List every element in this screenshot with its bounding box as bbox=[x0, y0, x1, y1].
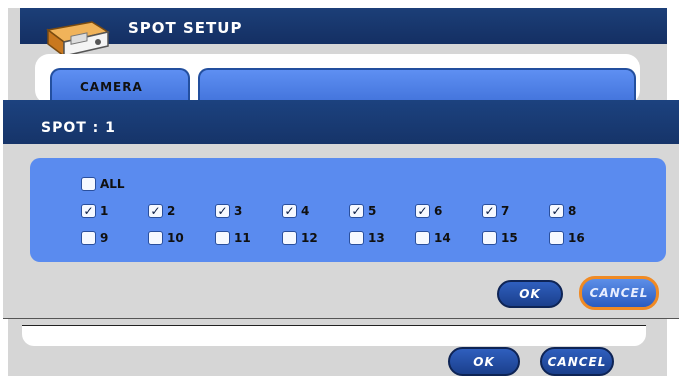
footer-ok-label: OK bbox=[473, 354, 495, 369]
camera-checkbox-box[interactable] bbox=[148, 231, 163, 245]
camera-checkbox-4[interactable]: ✓ 4 bbox=[282, 202, 309, 220]
camera-checkbox-box[interactable] bbox=[282, 231, 297, 245]
camera-checkbox-label: 11 bbox=[234, 231, 251, 245]
camera-checkbox-2[interactable]: ✓ 2 bbox=[148, 202, 175, 220]
camera-checkbox-label: 10 bbox=[167, 231, 184, 245]
camera-checkbox-10[interactable]: 10 bbox=[148, 229, 184, 247]
camera-checkbox-8[interactable]: ✓ 8 bbox=[549, 202, 576, 220]
camera-checkbox-15[interactable]: 15 bbox=[482, 229, 518, 247]
camera-checkbox-9[interactable]: 9 bbox=[81, 229, 108, 247]
camera-checkbox-label: 8 bbox=[568, 204, 577, 218]
camera-checkbox-box[interactable]: ✓ bbox=[549, 204, 564, 218]
tab-blank[interactable] bbox=[198, 68, 636, 102]
camera-checkbox-label: 4 bbox=[301, 204, 310, 218]
camera-checkbox-label: 6 bbox=[434, 204, 443, 218]
camera-checkbox-14[interactable]: 14 bbox=[415, 229, 451, 247]
camera-checkbox-16[interactable]: 16 bbox=[549, 229, 585, 247]
camera-checkbox-label: 9 bbox=[100, 231, 109, 245]
camera-checkbox-box[interactable] bbox=[215, 231, 230, 245]
tab-camera[interactable]: CAMERA bbox=[50, 68, 190, 102]
camera-checkbox-label: 15 bbox=[501, 231, 518, 245]
dialog-cancel-button[interactable]: CANCEL bbox=[579, 276, 659, 310]
camera-checkbox-box[interactable] bbox=[549, 231, 564, 245]
camera-checkbox-11[interactable]: 11 bbox=[215, 229, 251, 247]
camera-checkbox-box[interactable]: ✓ bbox=[81, 204, 96, 218]
dialog-title-bar: SPOT : 1 bbox=[3, 100, 679, 144]
all-checkbox[interactable]: ALL bbox=[81, 175, 125, 193]
tab-camera-label: CAMERA bbox=[80, 80, 143, 94]
setup-panel-bottom bbox=[22, 326, 646, 346]
dialog-ok-label: OK bbox=[519, 287, 541, 301]
spot-dialog: SPOT : 1 ALL ✓ 1 ✓ 2 ✓ 3 ✓ 4 ✓ 5 ✓ 6 ✓ 7 ✓ 8 9 10 11 12 13 14… bbox=[3, 100, 679, 318]
camera-checkbox-13[interactable]: 13 bbox=[349, 229, 385, 247]
footer-cancel-button[interactable]: CANCEL bbox=[540, 347, 614, 376]
footer-cancel-label: CANCEL bbox=[547, 354, 607, 369]
camera-checkbox-box[interactable]: ✓ bbox=[215, 204, 230, 218]
camera-checkbox-label: 16 bbox=[568, 231, 585, 245]
window-title: SPOT SETUP bbox=[128, 19, 243, 37]
camera-checkbox-label: 12 bbox=[301, 231, 318, 245]
camera-checkbox-label: 13 bbox=[368, 231, 385, 245]
camera-checkbox-1[interactable]: ✓ 1 bbox=[81, 202, 108, 220]
camera-checkbox-7[interactable]: ✓ 7 bbox=[482, 202, 509, 220]
camera-checkbox-label: 7 bbox=[501, 204, 510, 218]
camera-checkbox-box[interactable]: ✓ bbox=[482, 204, 497, 218]
dialog-title: SPOT : 1 bbox=[41, 120, 116, 136]
dialog-ok-button[interactable]: OK bbox=[497, 280, 563, 308]
camera-checkbox-box[interactable]: ✓ bbox=[349, 204, 364, 218]
footer-ok-button[interactable]: OK bbox=[448, 347, 520, 376]
camera-checkbox-label: 3 bbox=[234, 204, 243, 218]
camera-checkbox-box[interactable] bbox=[482, 231, 497, 245]
camera-checkbox-box[interactable]: ✓ bbox=[148, 204, 163, 218]
camera-checkbox-box[interactable]: ✓ bbox=[415, 204, 430, 218]
title-bar: SPOT SETUP bbox=[20, 8, 667, 44]
dialog-cancel-label: CANCEL bbox=[589, 286, 649, 300]
camera-checkbox-box[interactable]: ✓ bbox=[282, 204, 297, 218]
camera-checkbox-12[interactable]: 12 bbox=[282, 229, 318, 247]
all-checkbox-box[interactable] bbox=[81, 177, 96, 191]
camera-checkbox-label: 2 bbox=[167, 204, 176, 218]
camera-checkbox-6[interactable]: ✓ 6 bbox=[415, 202, 442, 220]
camera-checkbox-label: 14 bbox=[434, 231, 451, 245]
camera-checkbox-3[interactable]: ✓ 3 bbox=[215, 202, 242, 220]
camera-checkbox-5[interactable]: ✓ 5 bbox=[349, 202, 376, 220]
camera-checkbox-box[interactable] bbox=[415, 231, 430, 245]
camera-checkbox-box[interactable] bbox=[349, 231, 364, 245]
camera-checkbox-label: 5 bbox=[368, 204, 377, 218]
camera-checkbox-label: 1 bbox=[100, 204, 109, 218]
camera-checkbox-box[interactable] bbox=[81, 231, 96, 245]
all-checkbox-label: ALL bbox=[100, 177, 125, 191]
camera-select-panel: ALL ✓ 1 ✓ 2 ✓ 3 ✓ 4 ✓ 5 ✓ 6 ✓ 7 ✓ 8 9 10 11 12 13 14 15 16 bbox=[30, 158, 666, 262]
